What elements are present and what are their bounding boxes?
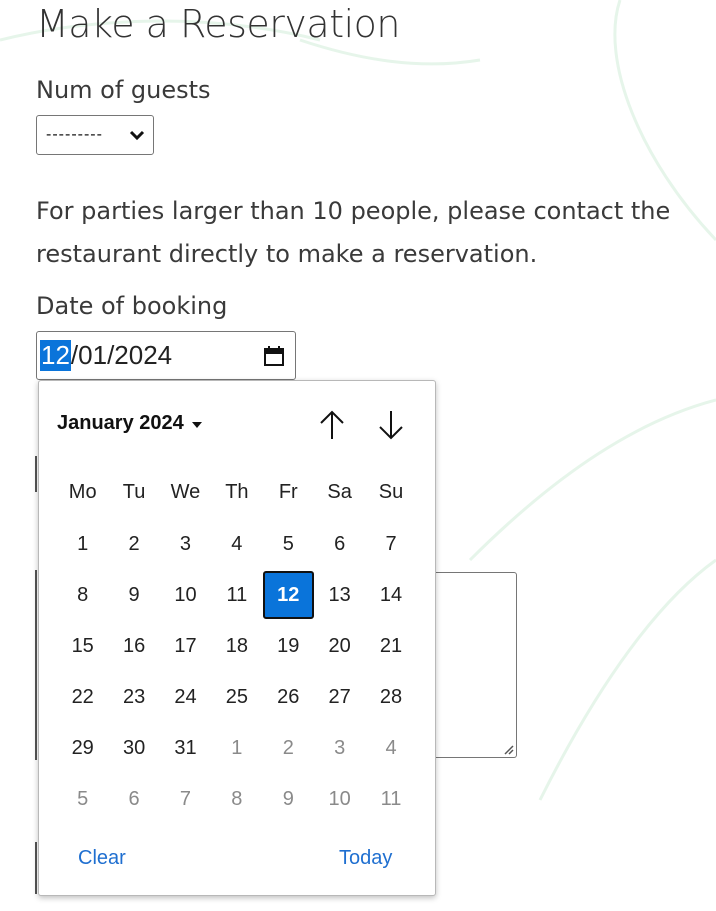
calendar-day[interactable]: 25 bbox=[211, 673, 262, 721]
calendar-day[interactable]: 5 bbox=[263, 520, 314, 568]
calendar-day[interactable]: 18 bbox=[211, 622, 262, 670]
calendar-day-other-month[interactable]: 1 bbox=[211, 724, 262, 772]
calendar-day-other-month[interactable]: 4 bbox=[365, 724, 416, 772]
calendar-week: 29 30 31 1 2 3 4 bbox=[57, 724, 417, 772]
weekday-label: Mo bbox=[68, 481, 97, 503]
calendar-day[interactable]: 30 bbox=[108, 724, 159, 772]
calendar-day-other-month[interactable]: 11 bbox=[365, 775, 416, 823]
date-month-segment[interactable]: 12 bbox=[40, 340, 71, 371]
calendar-day[interactable]: 11 bbox=[211, 571, 262, 619]
large-party-info: For parties larger than 10 people, pleas… bbox=[36, 197, 671, 268]
calendar-day[interactable]: 26 bbox=[263, 673, 314, 721]
calendar-day[interactable]: 4 bbox=[211, 520, 262, 568]
guests-label: Num of guests bbox=[36, 76, 211, 104]
calendar-day-other-month[interactable]: 5 bbox=[57, 775, 108, 823]
today-button[interactable]: Today bbox=[339, 847, 392, 870]
chevron-down-icon bbox=[129, 130, 145, 141]
calendar-day[interactable]: 27 bbox=[314, 673, 365, 721]
weekday-label: Fr bbox=[278, 481, 298, 503]
calendar-day-selected[interactable]: 12 bbox=[262, 571, 314, 619]
calendar-day[interactable]: 19 bbox=[263, 622, 314, 670]
calendar-day[interactable]: 16 bbox=[108, 622, 159, 670]
calendar-day[interactable]: 31 bbox=[160, 724, 211, 772]
weekday-label: Sa bbox=[327, 481, 352, 503]
calendar-day[interactable]: 7 bbox=[365, 520, 416, 568]
weekday-label: Th bbox=[225, 481, 249, 503]
calendar-day[interactable]: 21 bbox=[365, 622, 416, 670]
month-year-selector[interactable]: January 2024 bbox=[57, 412, 202, 435]
prev-month-button[interactable] bbox=[316, 407, 348, 443]
calendar-day[interactable]: 3 bbox=[160, 520, 211, 568]
calendar-day[interactable]: 9 bbox=[108, 571, 159, 619]
date-rest-segment[interactable]: /01/2024 bbox=[71, 340, 172, 371]
calendar-day[interactable]: 13 bbox=[314, 571, 365, 619]
calendar-week: 1 2 3 4 5 6 7 bbox=[57, 520, 417, 568]
calendar-day[interactable]: 23 bbox=[108, 673, 159, 721]
calendar-day[interactable]: 15 bbox=[57, 622, 108, 670]
guests-select[interactable]: --------- bbox=[36, 115, 154, 155]
calendar-week: 22 23 24 25 26 27 28 bbox=[57, 673, 417, 721]
calendar-icon[interactable] bbox=[262, 344, 286, 368]
calendar-day[interactable]: 2 bbox=[108, 520, 159, 568]
calendar-day[interactable]: 28 bbox=[365, 673, 416, 721]
calendar-day[interactable]: 8 bbox=[57, 571, 108, 619]
calendar-day[interactable]: 1 bbox=[57, 520, 108, 568]
hidden-field-edge bbox=[35, 570, 37, 760]
calendar-day-other-month[interactable]: 9 bbox=[263, 775, 314, 823]
calendar-day-other-month[interactable]: 3 bbox=[314, 724, 365, 772]
month-year-label: January 2024 bbox=[57, 412, 184, 434]
calendar-day[interactable]: 17 bbox=[160, 622, 211, 670]
caret-down-icon bbox=[191, 421, 202, 428]
clear-button[interactable]: Clear bbox=[78, 847, 126, 870]
guests-select-value: --------- bbox=[46, 126, 103, 143]
hidden-field-edge bbox=[35, 842, 37, 894]
calendar-day[interactable]: 10 bbox=[160, 571, 211, 619]
calendar-day-other-month[interactable]: 2 bbox=[263, 724, 314, 772]
calendar-day-other-month[interactable]: 6 bbox=[108, 775, 159, 823]
calendar-day-other-month[interactable]: 8 bbox=[211, 775, 262, 823]
arrow-up-icon bbox=[320, 410, 344, 439]
datepicker-popup: January 2024 Mo Tu We Th Fr Sa Su 1 2 3 … bbox=[38, 380, 436, 896]
calendar-day[interactable]: 22 bbox=[57, 673, 108, 721]
page-title: Make a Reservation bbox=[36, 2, 401, 46]
calendar-day-other-month[interactable]: 7 bbox=[160, 775, 211, 823]
arrow-down-icon bbox=[379, 411, 403, 440]
calendar-day[interactable]: 14 bbox=[365, 571, 416, 619]
weekday-label: Su bbox=[378, 481, 404, 503]
calendar-week: 15 16 17 18 19 20 21 bbox=[57, 622, 417, 670]
calendar-week: 5 6 7 8 9 10 11 bbox=[57, 775, 417, 823]
calendar-day[interactable]: 6 bbox=[314, 520, 365, 568]
calendar-day[interactable]: 29 bbox=[57, 724, 108, 772]
calendar-day[interactable]: 20 bbox=[314, 622, 365, 670]
resize-grip-icon[interactable] bbox=[502, 743, 514, 755]
booking-date-label: Date of booking bbox=[36, 292, 228, 320]
calendar-week: 8 9 10 11 12 13 14 bbox=[57, 571, 417, 619]
weekday-header: Mo Tu We Th Fr Sa Su bbox=[57, 481, 417, 504]
calendar-day[interactable]: 24 bbox=[160, 673, 211, 721]
weekday-label: Tu bbox=[122, 481, 146, 503]
booking-date-input[interactable]: 12/01/2024 bbox=[36, 331, 296, 380]
next-month-button[interactable] bbox=[375, 407, 407, 443]
calendar-day-other-month[interactable]: 10 bbox=[314, 775, 365, 823]
hidden-field-edge bbox=[35, 456, 37, 492]
weekday-label: We bbox=[170, 481, 201, 503]
